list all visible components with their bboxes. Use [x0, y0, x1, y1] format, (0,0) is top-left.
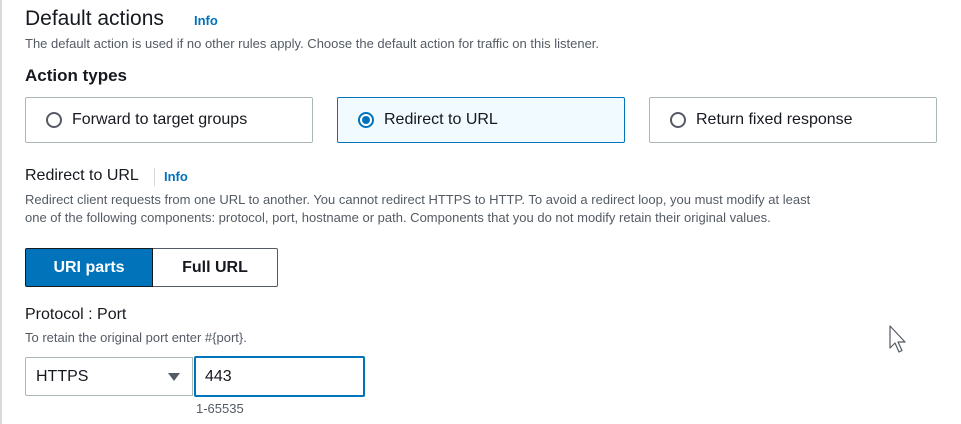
uri-parts-toggle[interactable]: URI parts	[25, 248, 153, 287]
action-type-fixed-response-tile[interactable]: Return fixed response	[649, 97, 937, 143]
default-actions-info-link[interactable]: Info	[194, 12, 218, 30]
protocol-port-label: Protocol : Port	[25, 306, 127, 323]
redirect-description-line2: one of the following components: protoco…	[25, 210, 771, 225]
action-type-forward-label: Forward to target groups	[72, 111, 248, 128]
redirect-description-line1: Redirect client requests from one URL to…	[25, 192, 811, 207]
full-url-toggle[interactable]: Full URL	[153, 248, 278, 287]
left-panel-border	[0, 0, 2, 424]
caret-down-icon	[168, 372, 180, 381]
action-type-redirect-tile[interactable]: Redirect to URL	[337, 97, 625, 143]
action-types-title: Action types	[25, 66, 128, 85]
radio-redirect[interactable]	[358, 112, 374, 128]
port-constraint-text: 1-65535	[196, 401, 244, 416]
action-type-redirect-label: Redirect to URL	[384, 111, 498, 128]
action-type-fixed-response-label: Return fixed response	[696, 111, 853, 128]
mouse-pointer-icon	[889, 325, 906, 353]
port-input[interactable]	[194, 356, 365, 397]
redirect-info-link[interactable]: Info	[154, 168, 188, 186]
default-actions-title: Default actions	[25, 7, 164, 30]
redirect-section-title: Redirect to URL	[25, 167, 139, 184]
default-actions-description: The default action is used if no other r…	[25, 36, 600, 51]
protocol-select-value: HTTPS	[36, 367, 89, 385]
protocol-select[interactable]: HTTPS	[25, 357, 193, 396]
radio-forward[interactable]	[46, 112, 62, 128]
action-type-forward-tile[interactable]: Forward to target groups	[25, 97, 313, 143]
protocol-port-hint: To retain the original port enter #{port…	[25, 330, 247, 345]
radio-fixed-response[interactable]	[670, 112, 686, 128]
